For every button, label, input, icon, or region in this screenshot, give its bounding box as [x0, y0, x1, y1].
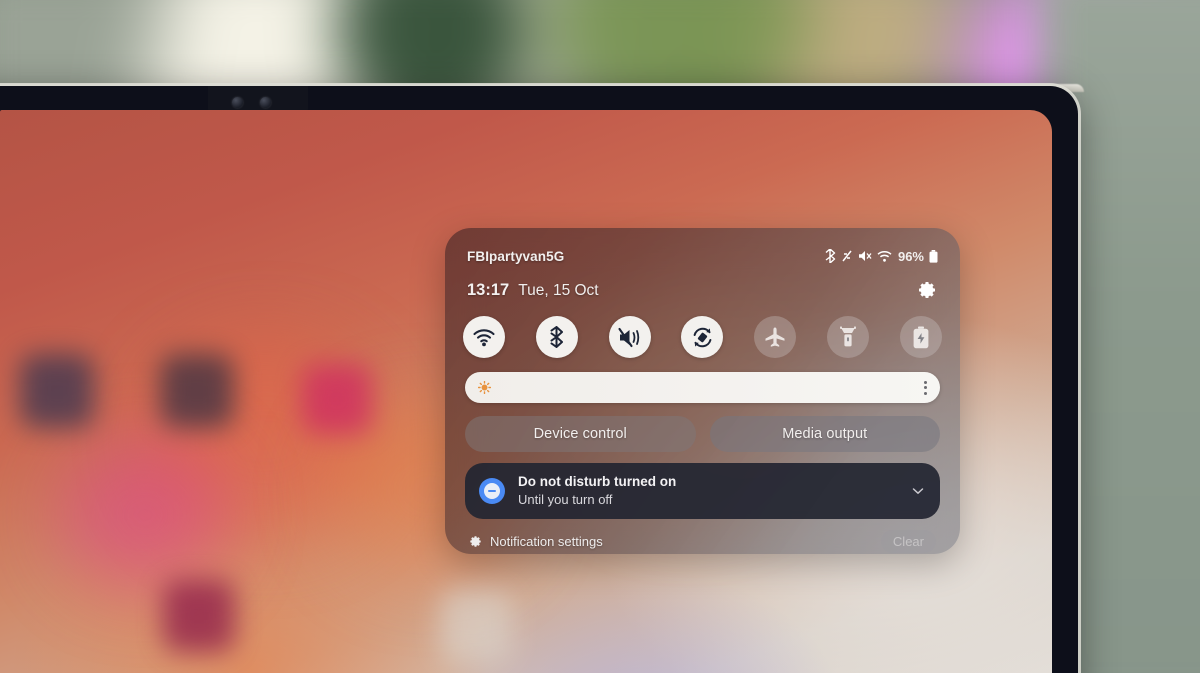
status-icon-group: 96%	[825, 249, 938, 264]
kebab-dot	[924, 386, 927, 389]
wifi-ssid-label: FBIpartyvan5G	[467, 248, 565, 264]
bluetooth-icon	[825, 249, 836, 263]
battery-saver-icon	[913, 326, 929, 348]
dnd-bar	[488, 490, 496, 492]
settings-button[interactable]	[916, 279, 938, 301]
flashlight-icon	[840, 326, 857, 347]
brightness-slider[interactable]	[465, 372, 940, 403]
airplane-mode-toggle[interactable]	[754, 316, 797, 358]
battery-percent-label: 96%	[897, 248, 924, 264]
brightness-overflow-menu[interactable]	[924, 380, 927, 395]
mute-vibrate-icon	[618, 327, 639, 347]
laptop-body: FBIpartyvan5G 96% 13:17 Tue, 15 Oct Devi…	[0, 86, 1078, 673]
quick-action-row[interactable]: Device control Media output	[465, 416, 940, 452]
clock-block: 13:17 Tue, 15 Oct	[467, 281, 599, 300]
wallpaper-glow	[60, 440, 230, 590]
kebab-dot	[924, 391, 927, 395]
device-control-button[interactable]: Device control	[465, 416, 696, 452]
mute-icon	[858, 251, 872, 261]
clock-row: 13:17 Tue, 15 Oct	[461, 278, 944, 302]
battery-icon	[929, 249, 938, 263]
wifi-icon	[877, 250, 892, 262]
gear-icon	[919, 282, 935, 298]
vibrate-toggle[interactable]	[608, 316, 651, 358]
camera-lens-icon	[232, 97, 243, 108]
auto-rotate-toggle[interactable]	[681, 316, 724, 358]
home-app-icon[interactable]	[163, 580, 235, 652]
chevron-down-icon[interactable]	[910, 483, 926, 499]
status-bar: FBIpartyvan5G 96%	[461, 246, 944, 266]
screenshot-scene: FBIpartyvan5G 96% 13:17 Tue, 15 Oct Devi…	[0, 0, 1200, 673]
bluetooth-toggle[interactable]	[535, 316, 578, 358]
home-app-icon[interactable]	[20, 354, 94, 428]
bluetooth-icon	[550, 326, 563, 348]
brightness-sun-icon	[478, 381, 491, 394]
dnd-ring	[484, 483, 500, 499]
quick-settings-panel[interactable]: FBIpartyvan5G 96% 13:17 Tue, 15 Oct Devi…	[445, 228, 960, 554]
media-output-button[interactable]: Media output	[709, 416, 940, 452]
clock-time: 13:17	[467, 280, 510, 299]
notification-card[interactable]: Do not disturb turned on Until you turn …	[465, 463, 940, 519]
notification-settings-label: Notification settings	[490, 533, 603, 549]
battery-saver-toggle[interactable]	[899, 316, 942, 358]
quick-toggle-row[interactable]	[461, 316, 944, 358]
notification-footer[interactable]: Notification settings Clear	[469, 529, 936, 553]
flashlight-toggle[interactable]	[827, 316, 870, 358]
camera-sensor-icon	[260, 97, 271, 108]
notification-settings-button[interactable]: Notification settings	[469, 534, 603, 549]
auto-rotate-icon	[693, 327, 712, 347]
notification-title: Do not disturb turned on	[518, 474, 677, 490]
clear-notifications-button[interactable]: Clear	[880, 529, 936, 553]
airplane-icon	[765, 327, 785, 347]
wifi-icon	[473, 328, 495, 346]
home-app-icon[interactable]	[302, 364, 372, 434]
do-not-disturb-icon	[479, 478, 505, 504]
kebab-dot	[924, 380, 927, 384]
home-app-icon[interactable]	[160, 354, 234, 428]
home-app-icon[interactable]	[440, 590, 512, 662]
wifi-toggle[interactable]	[463, 316, 505, 358]
data-saver-off-icon	[842, 250, 852, 262]
notification-subtitle: Until you turn off	[518, 492, 613, 508]
clock-date: Tue, 15 Oct	[518, 281, 599, 299]
notification-text: Do not disturb turned on Until you turn …	[518, 473, 897, 509]
gear-icon	[470, 535, 481, 547]
android-display[interactable]: FBIpartyvan5G 96% 13:17 Tue, 15 Oct Devi…	[0, 110, 1052, 673]
